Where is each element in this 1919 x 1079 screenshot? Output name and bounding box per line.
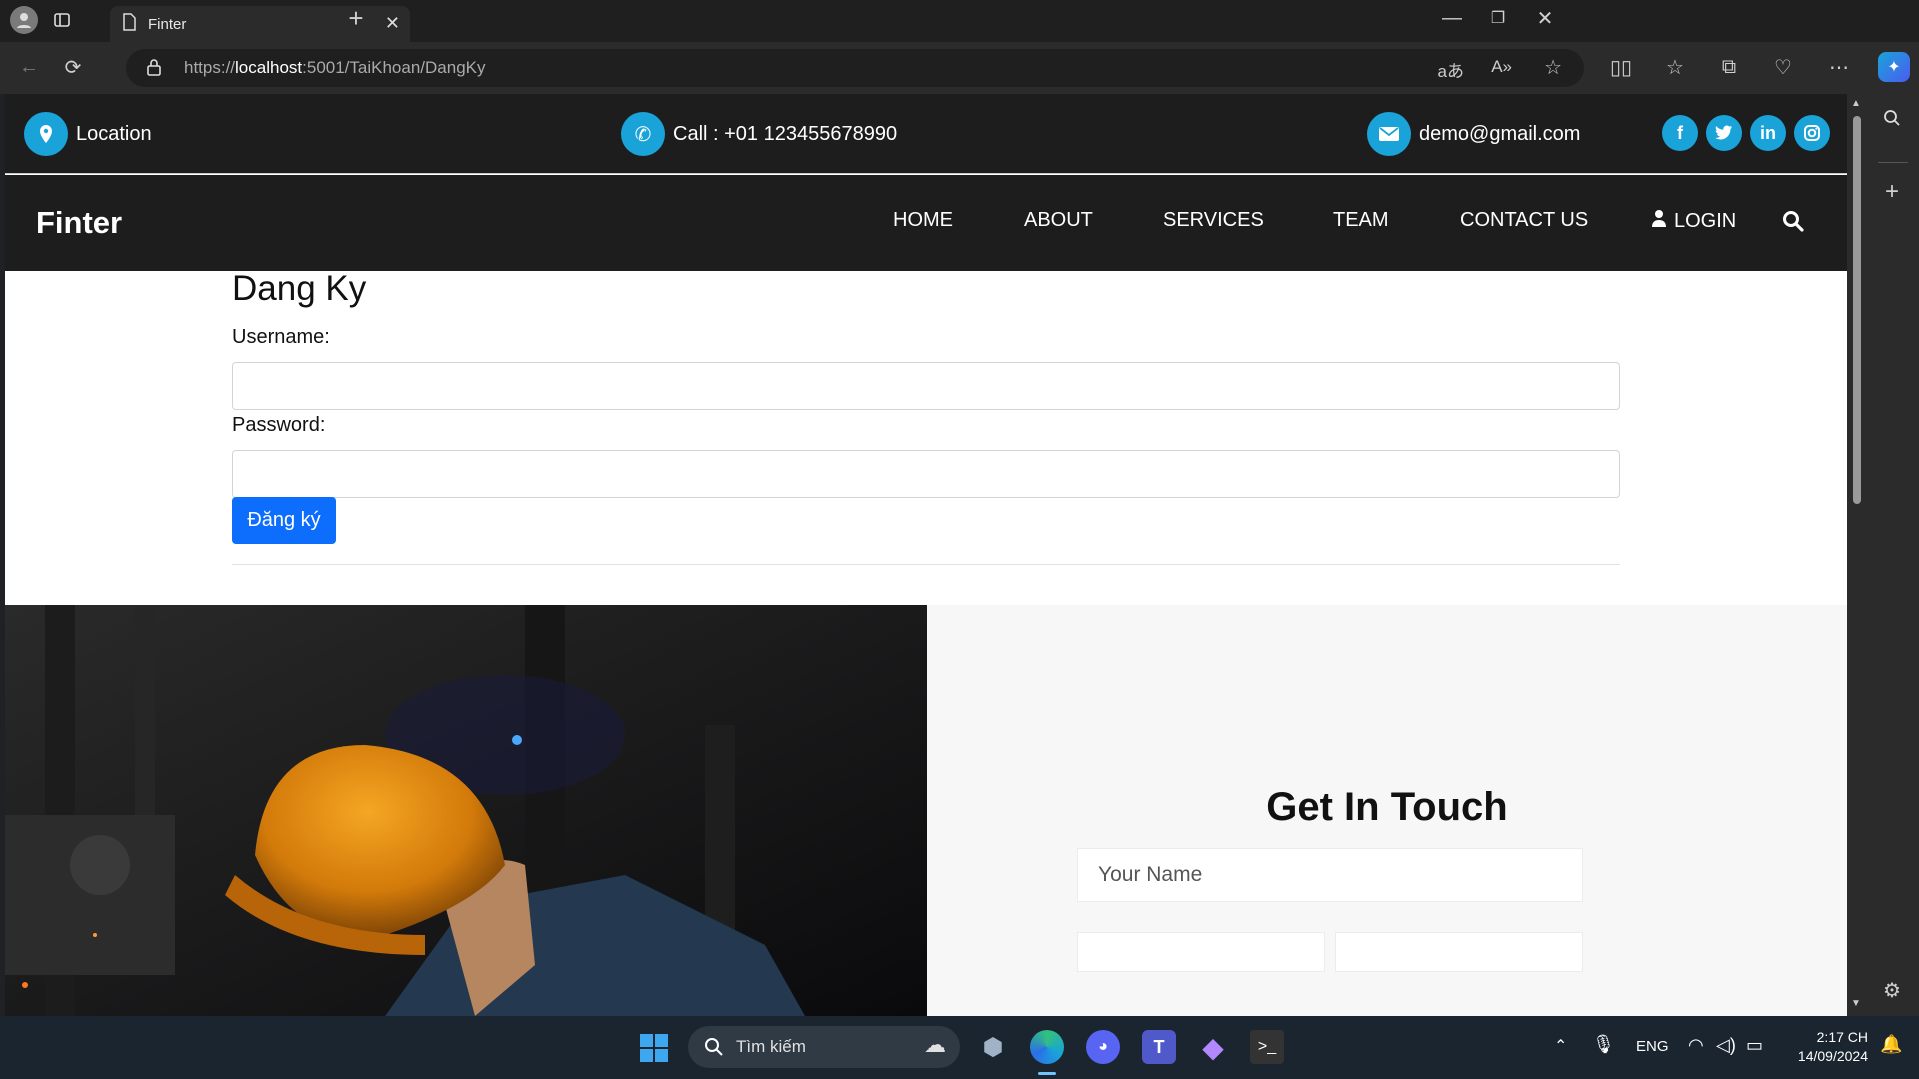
taskbar-app-icon[interactable]: ⬢ (978, 1032, 1008, 1062)
wifi-icon[interactable]: ◠ (1688, 1035, 1704, 1056)
username-label: Username: (232, 326, 330, 348)
read-aloud-icon[interactable]: A» (1491, 57, 1512, 77)
favorites-icon[interactable]: ☆ (1662, 54, 1688, 80)
nav-contact-us[interactable]: CONTACT US (1460, 209, 1588, 232)
url-path: :5001/TaiKhoan/DangKy (302, 58, 486, 77)
map-marker-icon (24, 112, 68, 156)
split-screen-icon[interactable]: ▯▯ (1608, 54, 1634, 80)
browser-tab-bar: Finter ✕ + — ❐ ✕ (0, 0, 1919, 42)
clock[interactable]: 2:17 CH 14/09/2024 (1790, 1028, 1868, 1066)
taskbar-search[interactable]: Tìm kiếm ☁ (688, 1026, 960, 1068)
volume-icon[interactable]: ◁) (1716, 1035, 1736, 1056)
minimize-icon[interactable]: — (1440, 6, 1464, 30)
url-host: localhost (235, 58, 303, 77)
envelope-icon (1367, 112, 1411, 156)
info-bar: Location ✆ Call : +01 123455678990 demo@… (5, 94, 1847, 174)
phone-label: Call : +01 123455678990 (673, 122, 898, 145)
contact-section: Get In Touch Your Name (927, 605, 1847, 1016)
nav-services[interactable]: SERVICES (1163, 209, 1264, 232)
language-indicator[interactable]: ENG (1636, 1038, 1669, 1055)
teams-icon[interactable]: T (1142, 1030, 1176, 1064)
facebook-icon[interactable]: f (1662, 115, 1698, 151)
nav-home[interactable]: HOME (893, 209, 953, 232)
active-app-indicator (1038, 1072, 1056, 1075)
terminal-icon[interactable]: >_ (1250, 1030, 1284, 1064)
taskbar-search-icon (704, 1037, 724, 1062)
battery-icon[interactable]: ▭ (1746, 1035, 1763, 1056)
collections-icon[interactable]: ⧉ (1716, 54, 1742, 80)
more-options-icon[interactable]: ⋯ (1826, 54, 1852, 80)
windows-taskbar: Tìm kiếm ☁ ⬢ ◕ T ◆ >_ ⌃ 🎙 ENG ◠ ◁) ▭ 2:1… (0, 1016, 1919, 1079)
translate-icon[interactable]: aあ (1438, 57, 1464, 82)
scrollbar-thumb[interactable] (1853, 116, 1861, 504)
microphone-muted-icon[interactable]: 🎙 (1592, 1034, 1615, 1055)
scroll-down-icon[interactable]: ▼ (1851, 998, 1861, 1009)
discord-icon[interactable]: ◕ (1086, 1030, 1120, 1064)
sidebar-divider (1878, 162, 1908, 163)
browser-toolbar: ← ⟳ https://localhost:5001/TaiKhoan/Dang… (0, 42, 1919, 94)
user-icon (1652, 209, 1666, 233)
social-links: f in (1662, 115, 1830, 151)
email-label: demo@gmail.com (1419, 122, 1581, 145)
page-viewport: Location ✆ Call : +01 123455678990 demo@… (5, 94, 1847, 1016)
address-bar[interactable]: https://localhost:5001/TaiKhoan/DangKy a… (126, 49, 1584, 87)
tab-title: Finter (148, 15, 187, 33)
taskbar-search-placeholder: Tìm kiếm (736, 1037, 806, 1056)
copilot-icon[interactable]: ✦ (1878, 52, 1910, 82)
notification-icon[interactable]: 🔔 (1880, 1034, 1902, 1055)
email-item[interactable]: demo@gmail.com (1367, 112, 1580, 156)
register-button[interactable]: Đăng ký (232, 497, 336, 544)
page-icon (122, 13, 136, 35)
phone-icon: ✆ (621, 112, 665, 156)
your-name-input[interactable]: Your Name (1077, 848, 1583, 902)
instagram-icon[interactable] (1794, 115, 1830, 151)
scroll-up-icon[interactable]: ▲ (1851, 98, 1861, 109)
linkedin-icon[interactable]: in (1750, 115, 1786, 151)
password-input[interactable] (232, 450, 1620, 498)
edge-browser-icon[interactable] (1030, 1030, 1064, 1064)
location-label: Location (76, 122, 152, 145)
search-icon[interactable] (1782, 210, 1804, 237)
brand-logo[interactable]: Finter (36, 205, 122, 241)
close-tab-icon[interactable]: ✕ (385, 13, 400, 34)
nav-login[interactable]: LOGIN (1652, 209, 1736, 233)
new-tab-icon[interactable]: + (344, 3, 368, 33)
visual-studio-icon[interactable]: ◆ (1196, 1030, 1230, 1064)
sidebar-settings-icon[interactable]: ⚙ (1880, 978, 1904, 1002)
contact-field-left[interactable] (1077, 932, 1325, 972)
login-label: LOGIN (1674, 209, 1737, 232)
worker-photo (5, 605, 927, 1016)
close-window-icon[interactable]: ✕ (1533, 6, 1557, 30)
nav-team[interactable]: TEAM (1333, 209, 1389, 232)
contact-heading: Get In Touch (1266, 785, 1508, 829)
sidebar-add-icon[interactable]: + (1880, 178, 1904, 205)
favorite-star-icon[interactable]: ☆ (1544, 55, 1562, 80)
page-scrollbar[interactable]: ▲ ▼ (1847, 94, 1866, 1016)
divider (232, 564, 1620, 565)
clock-time: 2:17 CH (1816, 1029, 1868, 1045)
tab-actions-icon[interactable] (50, 8, 74, 32)
windows-start-icon[interactable] (640, 1034, 668, 1062)
main-navbar: Finter HOME ABOUT SERVICES TEAM CONTACT … (5, 175, 1847, 271)
clock-date: 14/09/2024 (1797, 1048, 1868, 1064)
search-highlight-icon: ☁ (924, 1032, 946, 1057)
browser-sidebar: + ⚙ (1866, 94, 1919, 1016)
browser-essentials-icon[interactable]: ♡ (1770, 54, 1796, 80)
restore-icon[interactable]: ❐ (1486, 6, 1510, 30)
lock-icon (146, 58, 162, 81)
twitter-icon[interactable] (1706, 115, 1742, 151)
sidebar-search-icon[interactable] (1880, 106, 1904, 130)
tray-expand-icon[interactable]: ⌃ (1554, 1036, 1567, 1056)
username-input[interactable] (232, 362, 1620, 410)
back-icon[interactable]: ← (16, 54, 42, 80)
url-scheme: https:// (184, 58, 236, 77)
page-title: Dang Ky (232, 269, 367, 308)
phone-item[interactable]: ✆ Call : +01 123455678990 (621, 112, 897, 156)
password-label: Password: (232, 414, 326, 436)
profile-avatar[interactable] (10, 6, 38, 34)
location-item[interactable]: Location (24, 112, 152, 156)
refresh-icon[interactable]: ⟳ (60, 54, 86, 80)
nav-about[interactable]: ABOUT (1024, 209, 1093, 232)
contact-field-right[interactable] (1335, 932, 1583, 972)
